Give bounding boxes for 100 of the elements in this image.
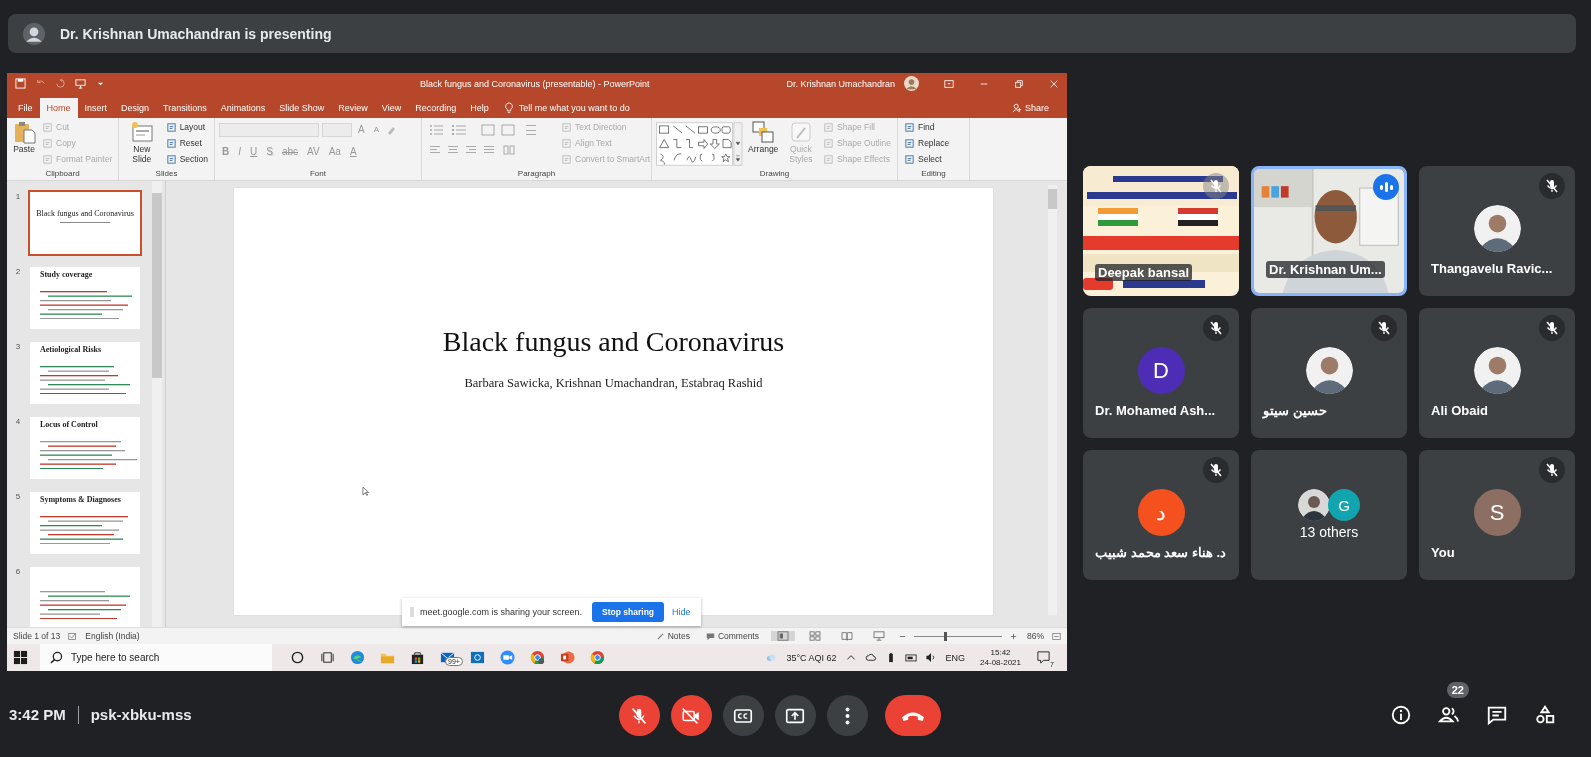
stop-sharing-button[interactable]: Stop sharing bbox=[592, 602, 665, 623]
clock[interactable]: 15:42 24-08-2021 bbox=[980, 647, 1021, 668]
close-icon[interactable] bbox=[1049, 78, 1059, 89]
video-camera-icon[interactable] bbox=[500, 650, 515, 665]
ribbon-button[interactable]: Layout bbox=[163, 119, 210, 135]
group-label: Paragraph bbox=[516, 169, 557, 181]
browser-icon[interactable] bbox=[530, 650, 545, 665]
format-button[interactable]: U bbox=[247, 143, 261, 160]
text-lines-drawing bbox=[60, 222, 110, 224]
network-icon[interactable] bbox=[904, 652, 917, 663]
document-icon bbox=[42, 121, 53, 133]
document-icon bbox=[904, 137, 915, 149]
notification-icon[interactable] bbox=[1036, 650, 1051, 665]
wave-icon[interactable] bbox=[350, 650, 365, 665]
present-button[interactable] bbox=[774, 695, 816, 736]
shapes-gallery[interactable] bbox=[656, 119, 743, 168]
scrollbar[interactable] bbox=[152, 181, 162, 628]
ribbon-button[interactable]: Replace bbox=[902, 135, 952, 151]
ribbon-button[interactable]: New Slide bbox=[123, 119, 161, 170]
ribbon-tab[interactable]: Slide Show bbox=[272, 97, 332, 118]
avatar-icon bbox=[23, 22, 45, 45]
shopping-bag-icon[interactable] bbox=[410, 650, 425, 665]
normal-view-icon[interactable] bbox=[771, 631, 795, 642]
input-language[interactable]: ENG bbox=[945, 652, 966, 663]
thumbnail-title: Aetiological Risks bbox=[40, 345, 102, 355]
presentation-icon[interactable] bbox=[75, 78, 86, 90]
notes-button[interactable]: Notes bbox=[651, 631, 694, 642]
slide-thumbnail[interactable]: Black fungus and Coronavirus bbox=[30, 192, 140, 255]
shapes-icon bbox=[1534, 704, 1556, 726]
leave-button[interactable] bbox=[884, 695, 941, 736]
redo-icon[interactable] bbox=[55, 78, 66, 90]
ribbon-tab[interactable]: Review bbox=[331, 97, 375, 118]
ribbon-tab[interactable]: Insert bbox=[77, 97, 115, 118]
meeting-code: psk-xbku-mss bbox=[90, 705, 192, 725]
format-button[interactable]: S bbox=[263, 143, 276, 160]
avatar: S bbox=[1473, 489, 1521, 536]
task-view-icon[interactable] bbox=[320, 650, 335, 665]
zoom-level[interactable]: 86% bbox=[1027, 631, 1044, 642]
ribbon-button[interactable]: Select bbox=[902, 151, 952, 167]
slide-title: Black fungus and Coronavirus bbox=[442, 326, 785, 359]
restore-icon[interactable] bbox=[1014, 78, 1024, 89]
ribbon-tab[interactable]: Design bbox=[114, 97, 157, 118]
speaker-icon[interactable] bbox=[924, 652, 937, 663]
camera-button[interactable] bbox=[670, 695, 712, 736]
captions-button[interactable] bbox=[722, 695, 764, 736]
presentation-app-icon[interactable] bbox=[560, 650, 575, 665]
ribbon-button[interactable]: Section bbox=[163, 151, 210, 167]
cursor-icon bbox=[362, 486, 369, 498]
app-icon[interactable] bbox=[470, 650, 485, 665]
group-label: Editing bbox=[920, 169, 947, 181]
plus-icon[interactable] bbox=[1010, 632, 1017, 640]
format-button[interactable]: I bbox=[235, 143, 244, 160]
avatar-icon[interactable] bbox=[904, 76, 919, 92]
document-icon bbox=[904, 121, 915, 133]
ribbon-button[interactable]: Find bbox=[902, 119, 952, 135]
hide-link[interactable]: Hide bbox=[670, 607, 693, 618]
spellcheck-icon[interactable] bbox=[68, 631, 78, 641]
ribbon-tab[interactable]: Animations bbox=[213, 97, 273, 118]
language-label[interactable]: English (India) bbox=[85, 631, 140, 642]
slide-thumbnail[interactable]: Symptoms & Diagnoses bbox=[30, 492, 140, 555]
slide-number: 1 bbox=[14, 192, 22, 202]
circle-icon[interactable] bbox=[290, 650, 305, 665]
share-button[interactable]: Share bbox=[1005, 97, 1055, 118]
document-icon bbox=[823, 153, 835, 165]
slide-thumbnail[interactable] bbox=[30, 567, 140, 628]
slide-thumbnail[interactable]: Aetiological Risks bbox=[30, 342, 140, 405]
more-button[interactable] bbox=[826, 695, 868, 736]
ribbon-button[interactable]: Paste bbox=[11, 119, 37, 170]
save-icon[interactable] bbox=[15, 78, 26, 90]
weather-text[interactable]: 35°C AQI 62 bbox=[786, 652, 837, 663]
comments-button[interactable]: Comments bbox=[701, 631, 763, 642]
ribbon-tab[interactable]: View bbox=[374, 97, 409, 118]
format-button[interactable]: AV bbox=[304, 143, 323, 160]
search-field[interactable]: Type here to search bbox=[40, 644, 272, 671]
avatar: G bbox=[1328, 489, 1360, 521]
format-button[interactable]: abc bbox=[278, 143, 302, 160]
ribbon-button[interactable]: Arrange bbox=[745, 119, 781, 170]
document-icon bbox=[561, 153, 572, 165]
participant-count-badge: 22 bbox=[1446, 682, 1469, 698]
document-icon bbox=[165, 137, 177, 149]
ribbon-tab[interactable]: Help bbox=[463, 97, 496, 118]
windows-start-icon[interactable] bbox=[13, 650, 28, 665]
ribbon-tab[interactable]: Home bbox=[39, 97, 78, 118]
ribbon-tab[interactable]: File bbox=[11, 97, 40, 118]
browser-icon[interactable] bbox=[590, 650, 605, 665]
fit-slide-icon[interactable] bbox=[1052, 631, 1061, 641]
slide-thumbnail[interactable]: Study coverage bbox=[30, 267, 140, 330]
mic-button[interactable] bbox=[618, 695, 660, 736]
ribbon-display-icon[interactable] bbox=[944, 78, 954, 89]
slider-thumb[interactable] bbox=[943, 631, 947, 641]
tell-me-search[interactable]: Tell me what you want to do bbox=[515, 97, 633, 118]
thumbnail-title: Black fungus and Coronavirus bbox=[35, 209, 135, 219]
ribbon-tab[interactable]: Recording bbox=[408, 97, 464, 118]
font-size-button[interactable]: A bbox=[370, 121, 382, 138]
scrollbar[interactable] bbox=[1048, 185, 1057, 616]
drag-handle-icon[interactable] bbox=[410, 606, 414, 619]
ribbon-button[interactable]: Reset bbox=[163, 135, 210, 151]
slide-thumbnail[interactable]: Locus of Control bbox=[30, 417, 140, 480]
cloud-icon[interactable] bbox=[864, 652, 877, 663]
ribbon-tab[interactable]: Transitions bbox=[156, 97, 214, 118]
